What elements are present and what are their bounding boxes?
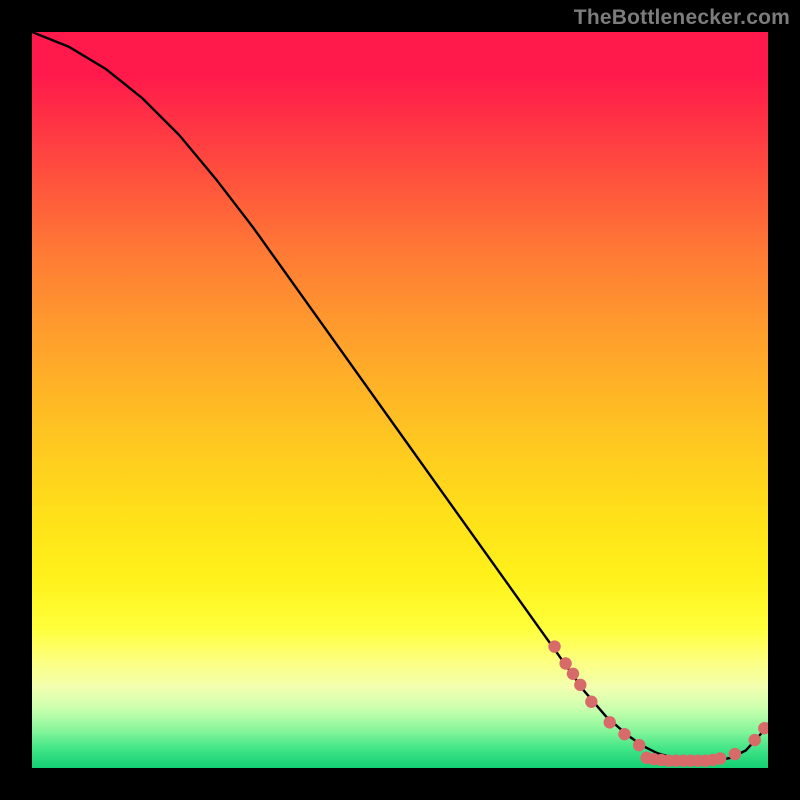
- data-point: [749, 734, 761, 746]
- data-point: [758, 722, 768, 734]
- data-point: [633, 739, 645, 751]
- data-point: [729, 748, 741, 760]
- data-point: [559, 657, 571, 669]
- data-point: [604, 716, 616, 728]
- bottleneck-curve: [32, 32, 768, 761]
- plot-area: [32, 32, 768, 768]
- data-point: [567, 668, 579, 680]
- data-points: [548, 640, 768, 766]
- data-point: [585, 696, 597, 708]
- attribution-text: TheBottlenecker.com: [574, 6, 790, 30]
- chart-svg: [32, 32, 768, 768]
- data-point: [548, 640, 560, 652]
- data-point: [618, 728, 630, 740]
- chart-stage: TheBottlenecker.com: [0, 0, 800, 800]
- data-point: [574, 679, 586, 691]
- data-point: [714, 752, 726, 764]
